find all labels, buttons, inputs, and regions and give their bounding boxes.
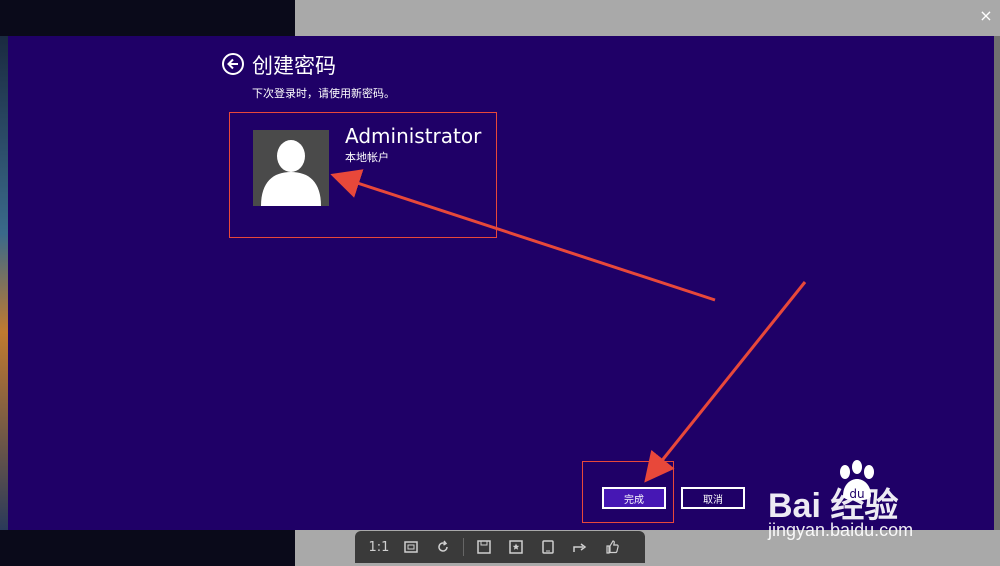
viewer-toolbar: 1:1 (355, 531, 645, 563)
watermark-url: jingyan.baidu.com (768, 520, 914, 540)
arrow-to-finish (644, 281, 807, 483)
toolbar-divider (463, 538, 464, 556)
actual-size-button[interactable]: 1:1 (367, 535, 391, 559)
bookmark-star-icon[interactable] (504, 535, 528, 559)
arrow-to-account (330, 169, 716, 302)
fit-screen-icon[interactable] (399, 535, 423, 559)
svg-text:du: du (849, 487, 864, 501)
share-icon[interactable] (568, 535, 592, 559)
tablet-icon[interactable] (536, 535, 560, 559)
paw-logo-icon: du (840, 460, 874, 501)
thumbs-up-icon[interactable] (600, 535, 624, 559)
rotate-icon[interactable] (431, 535, 455, 559)
save-icon[interactable] (472, 535, 496, 559)
